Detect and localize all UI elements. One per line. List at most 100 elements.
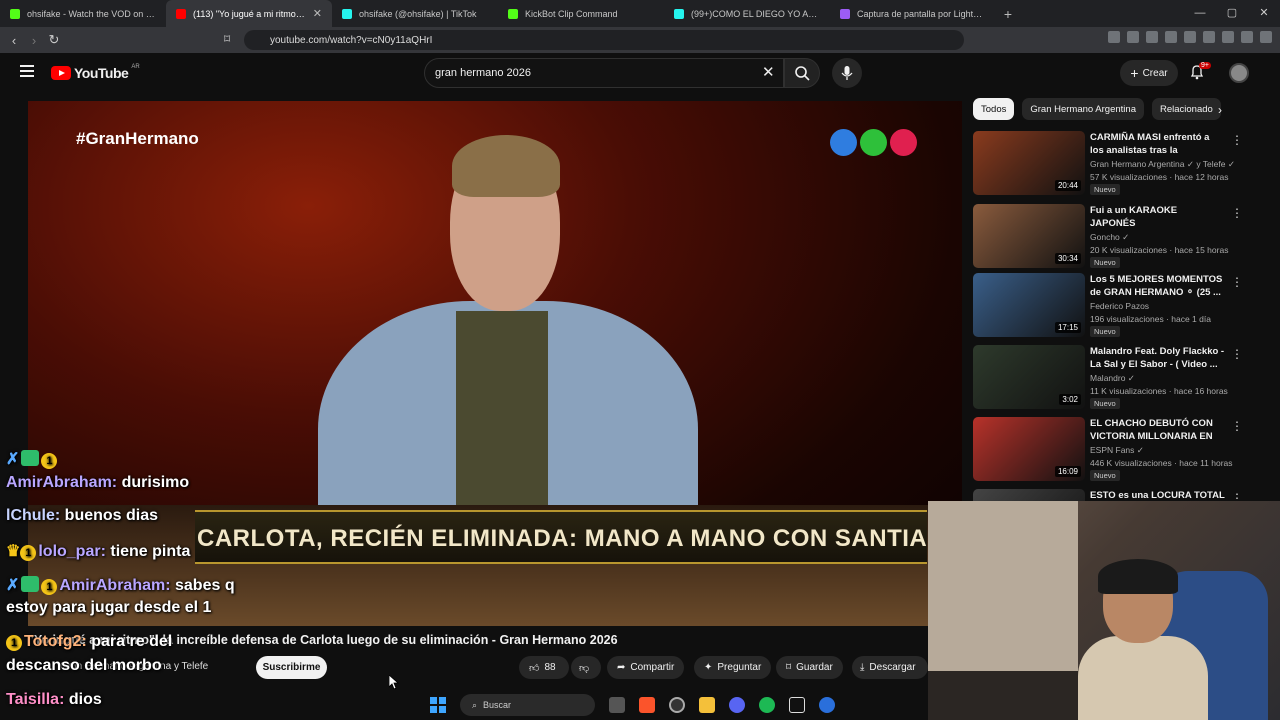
recommended-video-meta: 446 K visualizaciones · hace 11 horas <box>1090 458 1233 468</box>
search-input[interactable]: gran hermano 2026 <box>424 58 784 88</box>
browser-tab[interactable]: ohsifake (@ohsifake) | TikTok <box>332 0 498 27</box>
recommended-video[interactable]: 16:09 EL CHACHO DEBUTÓ CON VICTORIA MILLO… <box>973 417 1273 481</box>
recommended-video-channel[interactable]: Gran Hermano Argentina ✓ y Telefe ✓ <box>1090 159 1235 170</box>
dislike-button[interactable]: 👎︎ <box>571 656 601 679</box>
close-tab-icon[interactable]: ✕ <box>313 7 322 20</box>
tab-favicon-icon <box>10 8 20 19</box>
browser-tab[interactable]: KickBot Clip Command <box>498 0 664 27</box>
browser-tab[interactable]: Captura de pantalla por Lightshot <box>830 0 996 27</box>
minimize-icon[interactable]: — <box>1184 0 1216 27</box>
extension-icon[interactable] <box>1165 31 1177 43</box>
discord-icon[interactable] <box>729 697 745 713</box>
chip-gran-hermano-argentina[interactable]: Gran Hermano Argentina <box>1022 98 1144 120</box>
tab-title: KickBot Clip Command <box>525 8 618 19</box>
chat-text: buenos dias <box>64 507 159 524</box>
video-thumbnail[interactable]: 16:09 <box>973 417 1085 481</box>
telefe-logo <box>830 129 917 156</box>
subscribe-button[interactable]: Suscribirme <box>256 656 327 679</box>
chevron-right-icon[interactable]: › <box>1218 103 1222 117</box>
screen: ohsifake - Watch the VOD on Kick (113) "Y… <box>0 0 1280 720</box>
chat-username: Totofg2: <box>24 633 87 650</box>
tab-favicon-icon <box>674 8 684 19</box>
like-button[interactable]: 👍︎ 88 <box>519 656 569 679</box>
ask-button[interactable]: ✦ Preguntar <box>694 656 772 679</box>
browser-tab[interactable]: ohsifake - Watch the VOD on Kick <box>0 0 166 27</box>
recommended-video-title[interactable]: Malandro Feat. Doly Flackko - La Sal y E… <box>1090 345 1225 371</box>
chat-badges: ✗ 1 <box>6 449 59 469</box>
bookmark-icon[interactable]: ⌑ <box>224 32 230 46</box>
tab-favicon-icon <box>840 8 850 19</box>
share-button[interactable]: ➦ Compartir <box>607 656 685 679</box>
more-options-icon[interactable]: ⋮ <box>1231 419 1243 433</box>
address-bar[interactable]: youtube.com/watch?v=cN0y11aQHrI <box>244 30 964 50</box>
recommended-video-channel[interactable]: Malandro ✓ <box>1090 373 1135 384</box>
video-thumbnail[interactable]: 20:44 <box>973 131 1085 195</box>
back-icon[interactable]: ‹ <box>4 33 24 48</box>
recommended-video-title[interactable]: CARMIÑA MASI enfrentó a los analistas tr… <box>1090 131 1225 157</box>
menu-icon[interactable] <box>1260 31 1272 43</box>
video-thumbnail[interactable]: 3:02 <box>973 345 1085 409</box>
close-window-icon[interactable]: ✕ <box>1248 0 1280 27</box>
brave-icon[interactable] <box>639 697 655 713</box>
menu-icon[interactable] <box>20 65 34 80</box>
save-button[interactable]: ⌑ Guardar <box>776 656 843 679</box>
recommended-video[interactable]: 3:02 Malandro Feat. Doly Flackko - La Sal… <box>973 345 1273 409</box>
account-avatar[interactable] <box>1229 63 1249 83</box>
notification-count-badge: 9+ <box>1199 62 1211 69</box>
new-tab-button[interactable]: + <box>996 6 1020 22</box>
share-label: Compartir <box>630 662 675 673</box>
chrome-icon[interactable] <box>669 697 685 713</box>
file-explorer-icon[interactable] <box>699 697 715 713</box>
extension-icon[interactable] <box>1203 31 1215 43</box>
youtube-logo[interactable]: YouTube AR <box>51 64 140 81</box>
recommended-video-channel[interactable]: Federico Pazos <box>1090 301 1149 311</box>
app-icon[interactable] <box>789 697 805 713</box>
extension-icon[interactable] <box>1184 31 1196 43</box>
app-icon[interactable] <box>819 697 835 713</box>
extension-icon[interactable] <box>1127 31 1139 43</box>
forward-icon[interactable]: › <box>24 33 44 48</box>
webcam-person-hair <box>1098 559 1178 594</box>
chat-text: sabes q <box>175 577 235 594</box>
windows-taskbar: ⌕ Buscar <box>430 690 930 720</box>
more-options-icon[interactable]: ⋮ <box>1231 275 1243 289</box>
video-banner-text: CARLOTA, RECIÉN ELIMINADA: MANO A MANO C… <box>197 525 966 552</box>
recommended-video-title[interactable]: EL CHACHO DEBUTÓ CON VICTORIA MILLONARIA… <box>1090 417 1225 443</box>
browser-tab[interactable]: (99+)COMO EL DIEGO YO AMO LA T <box>664 0 830 27</box>
like-icon: 👍︎ <box>529 662 540 674</box>
create-label: Crear <box>1142 67 1168 79</box>
recommended-video-title[interactable]: Fui a un KARAOKE JAPONÉS <box>1090 204 1225 230</box>
create-button[interactable]: + Crear <box>1120 60 1178 86</box>
recommended-video[interactable]: 20:44 CARMIÑA MASI enfrentó a los analist… <box>973 131 1273 195</box>
extension-icon[interactable] <box>1146 31 1158 43</box>
task-view-icon[interactable] <box>609 697 625 713</box>
recommended-video-channel[interactable]: Goncho ✓ <box>1090 232 1129 243</box>
download-button[interactable]: ⤓ Descargar <box>852 656 928 679</box>
extension-icon[interactable] <box>1108 31 1120 43</box>
recommended-video-title[interactable]: Los 5 MEJORES MOMENTOS de GRAN HERMANO ⚬… <box>1090 273 1225 299</box>
windows-start-icon[interactable] <box>430 697 446 713</box>
search-button[interactable] <box>784 58 820 88</box>
video-thumbnail[interactable]: 17:15 <box>973 273 1085 337</box>
more-options-icon[interactable]: ⋮ <box>1231 206 1243 220</box>
reload-icon[interactable]: ↻ <box>44 32 64 48</box>
chip-relacionado[interactable]: Relacionado <box>1151 98 1221 120</box>
spotify-icon[interactable] <box>759 697 775 713</box>
voice-search-button[interactable] <box>832 58 862 88</box>
taskbar-search[interactable]: ⌕ Buscar <box>460 694 595 716</box>
recommended-video-channel[interactable]: ESPN Fans ✓ <box>1090 445 1144 456</box>
more-options-icon[interactable]: ⋮ <box>1231 133 1243 147</box>
extension-icon[interactable] <box>1241 31 1253 43</box>
recommended-video[interactable]: 30:34 Fui a un KARAOKE JAPONÉS Goncho ✓ 20 … <box>973 204 1273 268</box>
download-icon: ⤓ <box>860 662 865 673</box>
chat-message: Taisilla: dios <box>6 691 102 709</box>
extension-icon[interactable] <box>1222 31 1234 43</box>
video-banner: CARLOTA, RECIÉN ELIMINADA: MANO A MANO C… <box>195 510 965 564</box>
chip-todos[interactable]: Todos <box>973 98 1015 120</box>
browser-tab[interactable]: (113) "Yo jugué a mi ritmo": la ✕ <box>166 0 332 27</box>
clear-search-icon[interactable]: ✕ <box>762 63 775 81</box>
more-options-icon[interactable]: ⋮ <box>1231 347 1243 361</box>
maximize-icon[interactable]: ▢ <box>1216 0 1248 27</box>
recommended-video[interactable]: 17:15 Los 5 MEJORES MOMENTOS de GRAN HERM… <box>973 273 1273 337</box>
video-thumbnail[interactable]: 30:34 <box>973 204 1085 268</box>
